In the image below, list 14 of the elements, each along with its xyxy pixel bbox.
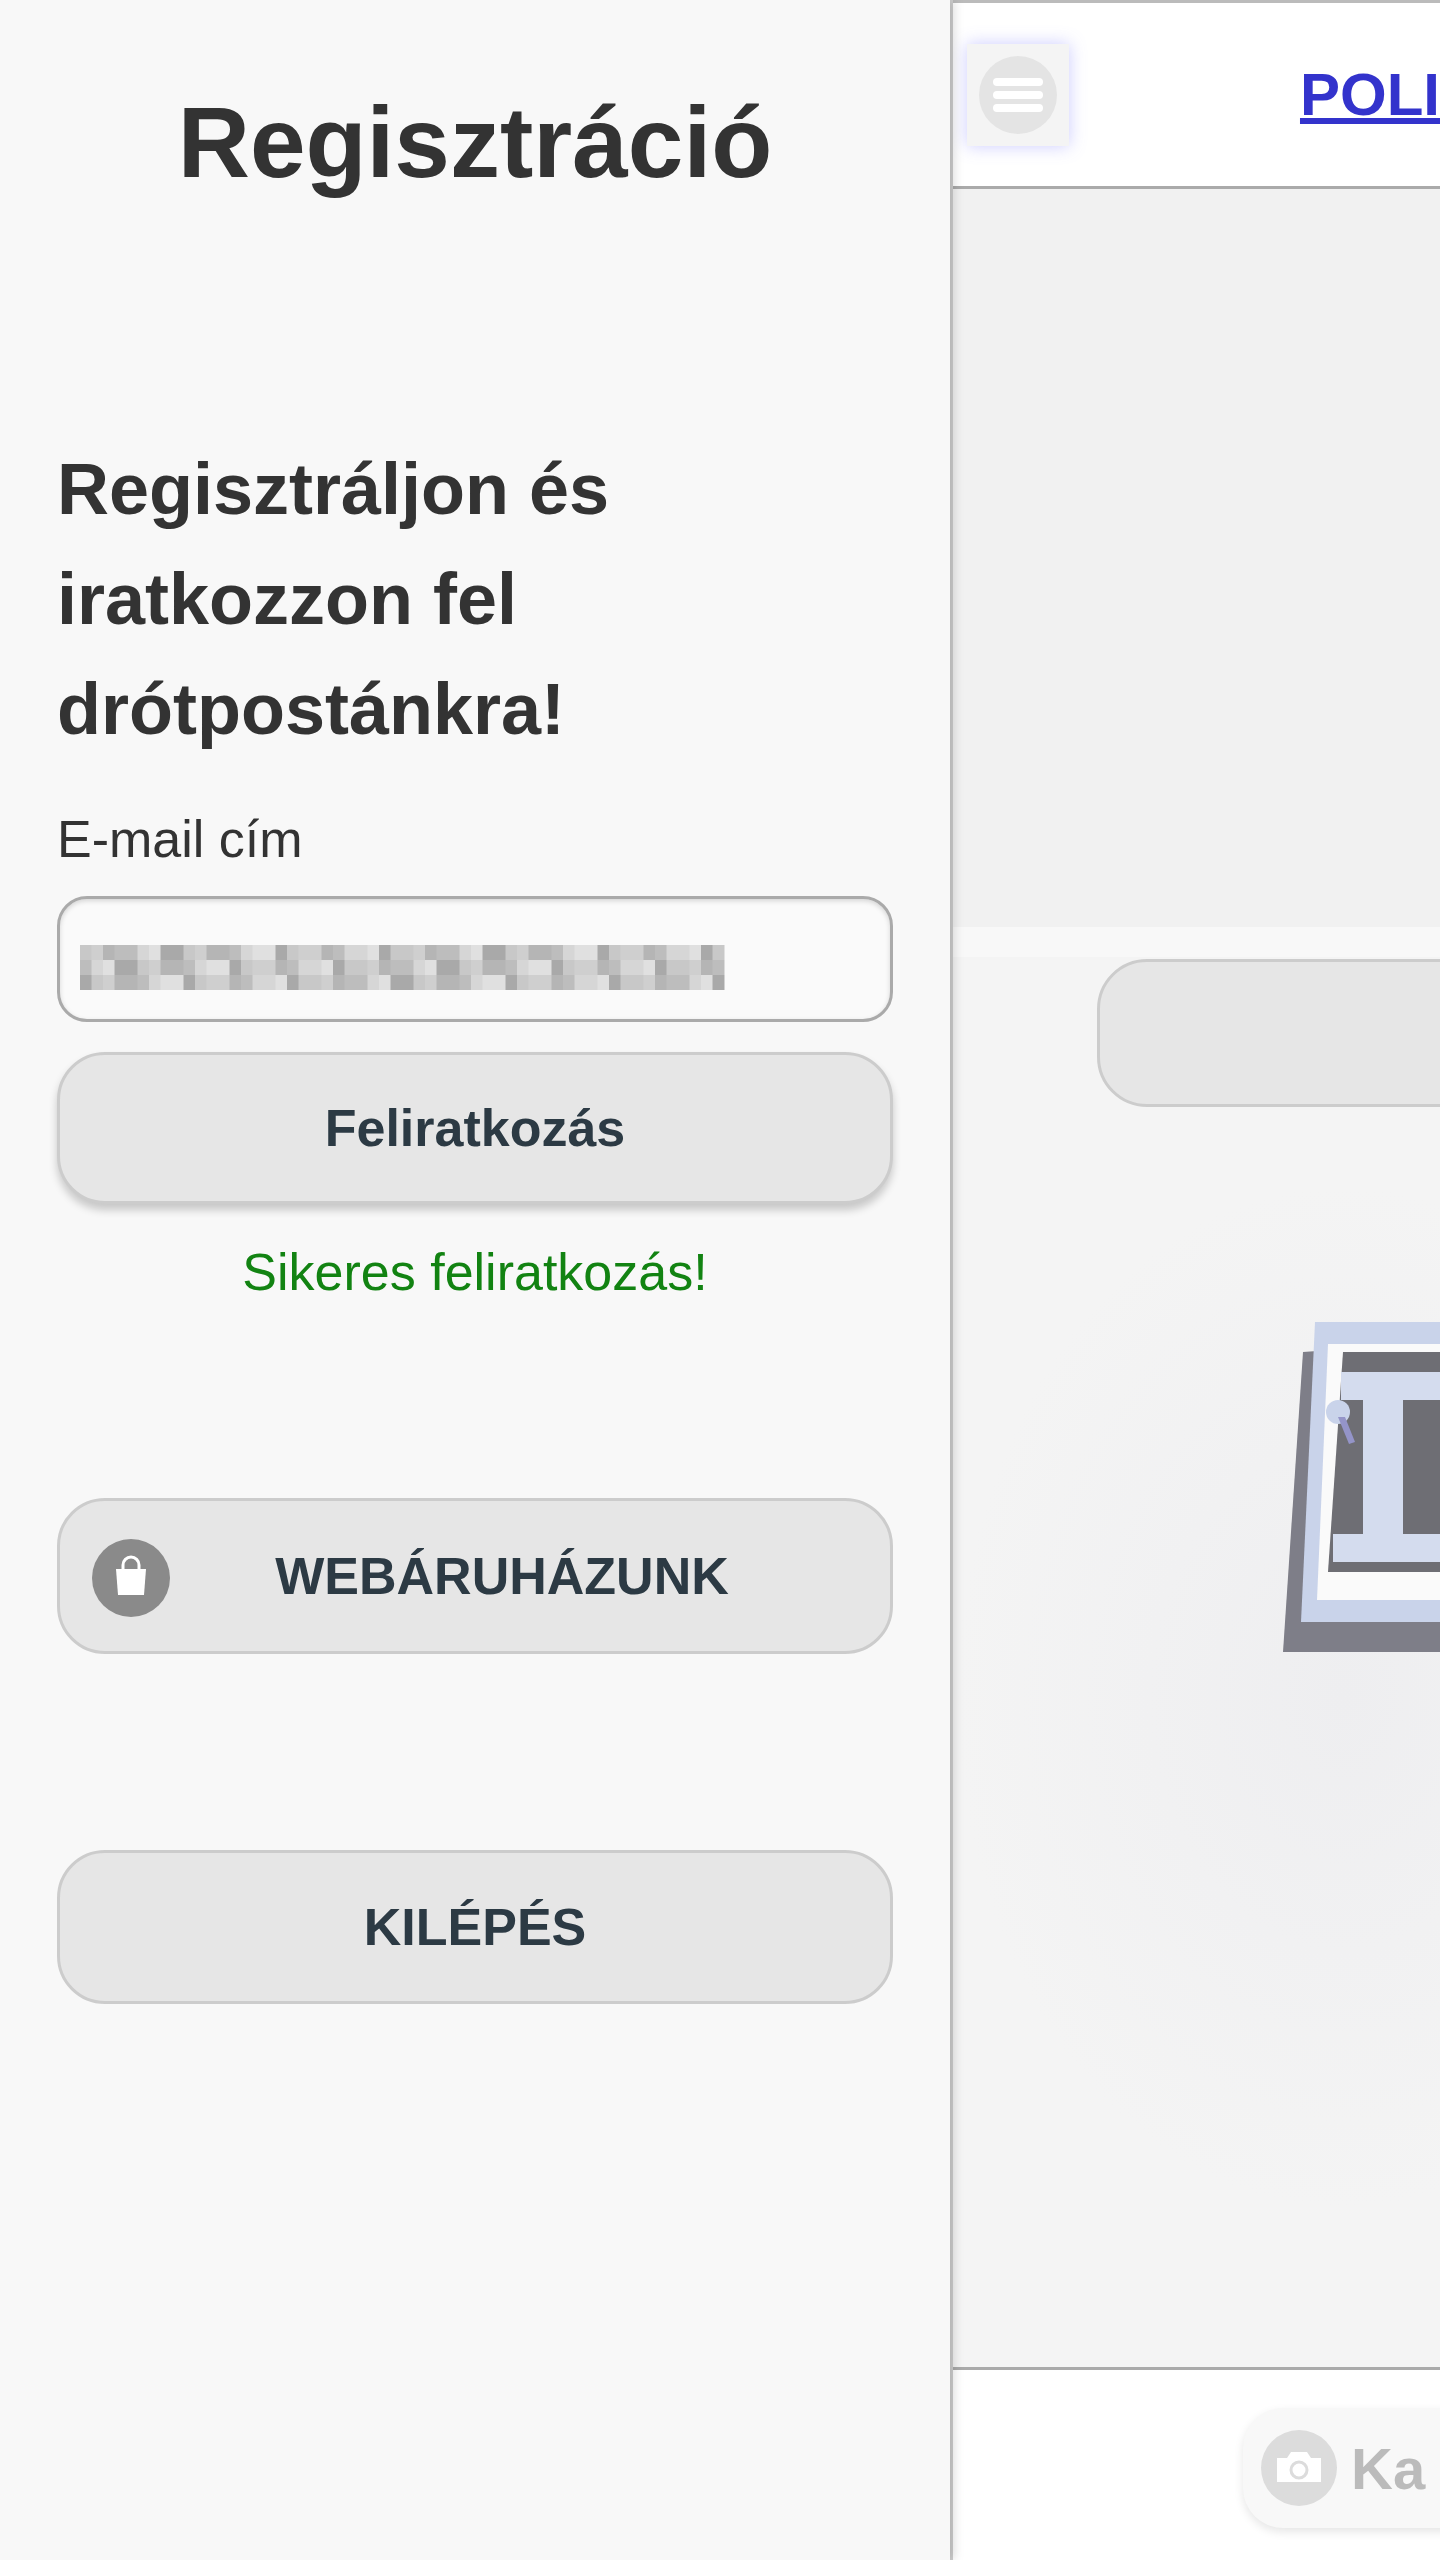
menu-button[interactable] xyxy=(967,43,1069,146)
subscribe-button[interactable]: Feliratkozás xyxy=(57,1052,893,1204)
newsletter-heading: Regisztráljon és iratkozzon fel drótpostánkra! xyxy=(57,448,611,751)
page-button[interactable] xyxy=(1097,959,1440,1107)
menu-icon xyxy=(979,55,1057,134)
success-message: Sikeres feliratkozás! xyxy=(241,1242,709,1303)
logout-button[interactable]: KILÉPÉS xyxy=(57,1850,893,2004)
camera-icon xyxy=(1261,2430,1337,2506)
email-field[interactable] xyxy=(57,896,893,1022)
drawer-title: Regisztráció xyxy=(176,85,774,200)
shop-button[interactable]: WEBÁRUHÁZUNK xyxy=(57,1498,893,1654)
header-link[interactable]: POLI xyxy=(1300,60,1440,129)
email-label: E-mail cím xyxy=(57,809,304,870)
shopping-bag-icon xyxy=(92,1539,170,1617)
